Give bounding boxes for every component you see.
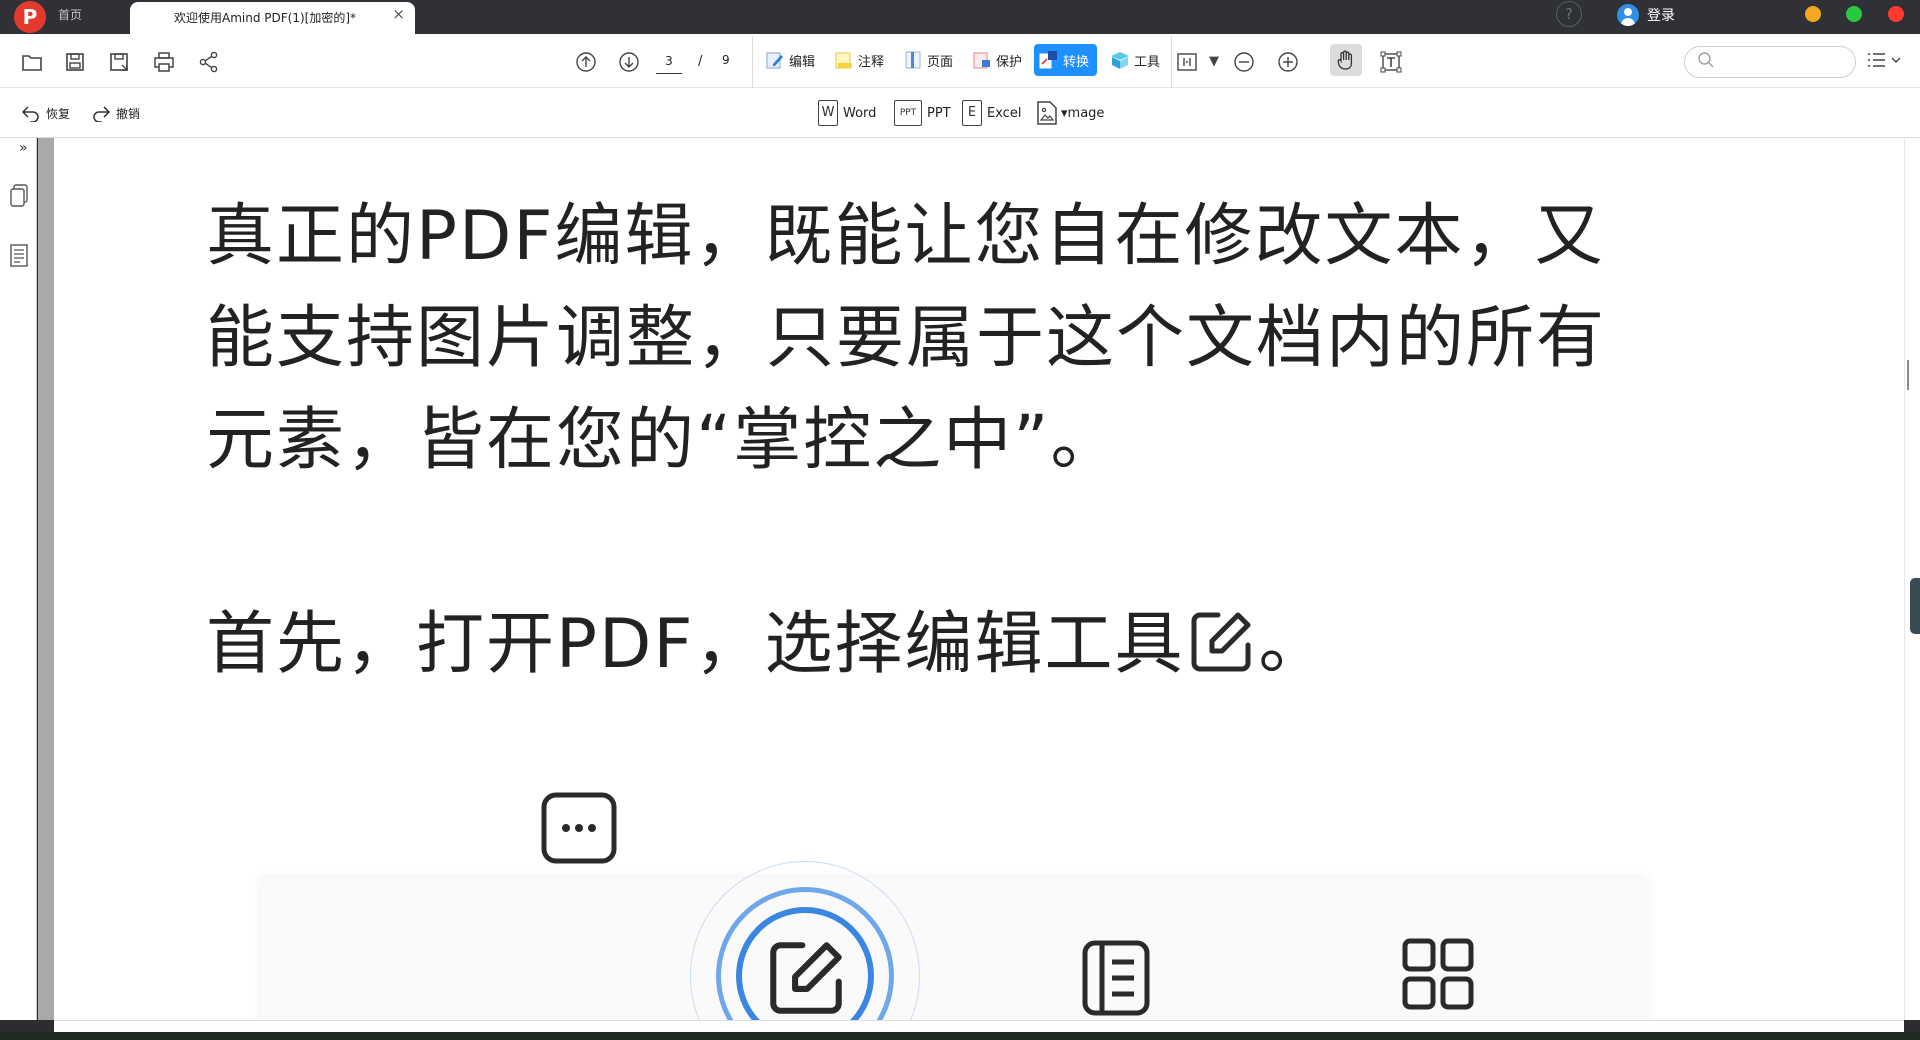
paragraph-2: 首先，打开PDF，选择编辑工具。 bbox=[206, 594, 1766, 696]
undo-icon bbox=[21, 106, 39, 122]
redo-button[interactable]: 撤销 bbox=[91, 102, 140, 124]
login-label: 登录 bbox=[1647, 8, 1675, 24]
convert-image-label: ▾mage bbox=[1061, 105, 1105, 121]
help-icon[interactable]: ? bbox=[1556, 1, 1582, 27]
convert-subbar: 恢复 撤销 W Word PPT PPT E Excel ▾mage bbox=[0, 88, 1920, 138]
tab-document-label: 欢迎使用Amind PDF(1)[加密的]* bbox=[174, 11, 357, 25]
user-icon bbox=[1617, 4, 1639, 26]
inline-edit-icon bbox=[1191, 612, 1251, 672]
hand-tool-button[interactable] bbox=[1330, 44, 1362, 76]
open-folder-icon[interactable] bbox=[21, 51, 43, 73]
search-box[interactable] bbox=[1684, 46, 1856, 78]
outline-icon[interactable] bbox=[9, 244, 29, 268]
redo-icon bbox=[93, 106, 111, 122]
convert-word-button[interactable]: W Word bbox=[818, 98, 876, 128]
convert-excel-button[interactable]: E Excel bbox=[962, 98, 1021, 128]
share-icon[interactable] bbox=[198, 51, 220, 73]
current-page-input[interactable]: 3 bbox=[656, 54, 682, 74]
print-icon[interactable] bbox=[153, 51, 175, 73]
previous-page-icon[interactable] bbox=[575, 51, 597, 73]
search-input[interactable] bbox=[1719, 52, 1849, 72]
page-layout-icon[interactable] bbox=[1176, 51, 1198, 73]
vertical-scrollbar[interactable] bbox=[1904, 138, 1920, 1020]
vertical-scroll-thumb[interactable] bbox=[1907, 360, 1909, 390]
convert-excel-label: Excel bbox=[987, 105, 1022, 121]
login-button[interactable]: 登录 bbox=[1617, 2, 1675, 28]
left-side-panel: » bbox=[0, 138, 37, 1020]
horizontal-scrollbar[interactable] bbox=[54, 1020, 1904, 1032]
tool-group-frame bbox=[752, 36, 1172, 88]
hand-icon bbox=[1337, 50, 1353, 70]
title-bar: P 首页 欢迎使用Amind PDF(1)[加密的]* × ? 登录 bbox=[0, 0, 1920, 34]
tab-close-icon[interactable]: × bbox=[392, 2, 405, 26]
save-as-icon[interactable] bbox=[108, 51, 130, 73]
zoom-out-icon[interactable] bbox=[1233, 51, 1255, 73]
convert-ppt-label: PPT bbox=[927, 105, 951, 121]
card-list-icon bbox=[1082, 940, 1150, 1016]
app-window: P 首页 欢迎使用Amind PDF(1)[加密的]* × ? 登录 3 / 9… bbox=[0, 0, 1920, 1040]
image-file-icon bbox=[1037, 101, 1057, 125]
convert-word-label: Word bbox=[843, 105, 877, 121]
paragraph-line-2: 能支持图片调整，只要属于这个文档内的所有 bbox=[206, 299, 1607, 378]
side-drawer-handle[interactable] bbox=[1910, 578, 1920, 634]
card-edit-icon bbox=[770, 942, 842, 1014]
text-select-icon[interactable] bbox=[1380, 51, 1402, 73]
card-grid-icon bbox=[1402, 938, 1474, 1010]
word-file-icon: W bbox=[818, 100, 838, 126]
redo-label: 撤销 bbox=[116, 106, 141, 121]
paragraph-line-1: 真正的PDF编辑，既能让您自在修改文本，又 bbox=[206, 197, 1605, 276]
thumbnails-icon[interactable] bbox=[9, 184, 29, 208]
document-page: 真正的PDF编辑，既能让您自在修改文本，又 能支持图片调整，只要属于这个文档内的… bbox=[54, 138, 1904, 1020]
tab-document[interactable]: 欢迎使用Amind PDF(1)[加密的]* × bbox=[130, 2, 415, 34]
paragraph-2-end: 。 bbox=[1258, 605, 1329, 684]
card-chat-icon bbox=[541, 792, 617, 864]
list-menu-icon[interactable] bbox=[1866, 50, 1902, 70]
convert-ppt-button[interactable]: PPT PPT bbox=[894, 98, 951, 128]
layout-dropdown-icon[interactable]: ▼ bbox=[1203, 51, 1225, 73]
ppt-file-icon: PPT bbox=[894, 100, 922, 126]
excel-file-icon: E bbox=[962, 100, 982, 126]
next-page-icon[interactable] bbox=[618, 51, 640, 73]
page-separator: / bbox=[698, 54, 703, 69]
save-icon[interactable] bbox=[64, 51, 86, 73]
app-logo: P bbox=[14, 1, 46, 33]
tab-home[interactable]: 首页 bbox=[50, 0, 128, 34]
search-icon bbox=[1698, 52, 1714, 68]
paragraph-2-text: 首先，打开PDF，选择编辑工具 bbox=[206, 605, 1185, 684]
paragraph-line-3: 元素，皆在您的“掌控之中”。 bbox=[206, 401, 1121, 480]
undo-button[interactable]: 恢复 bbox=[21, 102, 70, 124]
page-gutter bbox=[38, 138, 54, 1020]
taskbar-strip bbox=[0, 1032, 1920, 1040]
total-pages: 9 bbox=[722, 53, 730, 67]
minimize-button[interactable] bbox=[1805, 6, 1821, 22]
undo-label: 恢复 bbox=[46, 106, 71, 121]
zoom-in-icon[interactable] bbox=[1277, 51, 1299, 73]
convert-image-button[interactable]: ▾mage bbox=[1036, 98, 1104, 128]
expand-panel-icon[interactable]: » bbox=[19, 140, 28, 156]
close-window-button[interactable] bbox=[1888, 6, 1904, 22]
maximize-button[interactable] bbox=[1846, 6, 1862, 22]
